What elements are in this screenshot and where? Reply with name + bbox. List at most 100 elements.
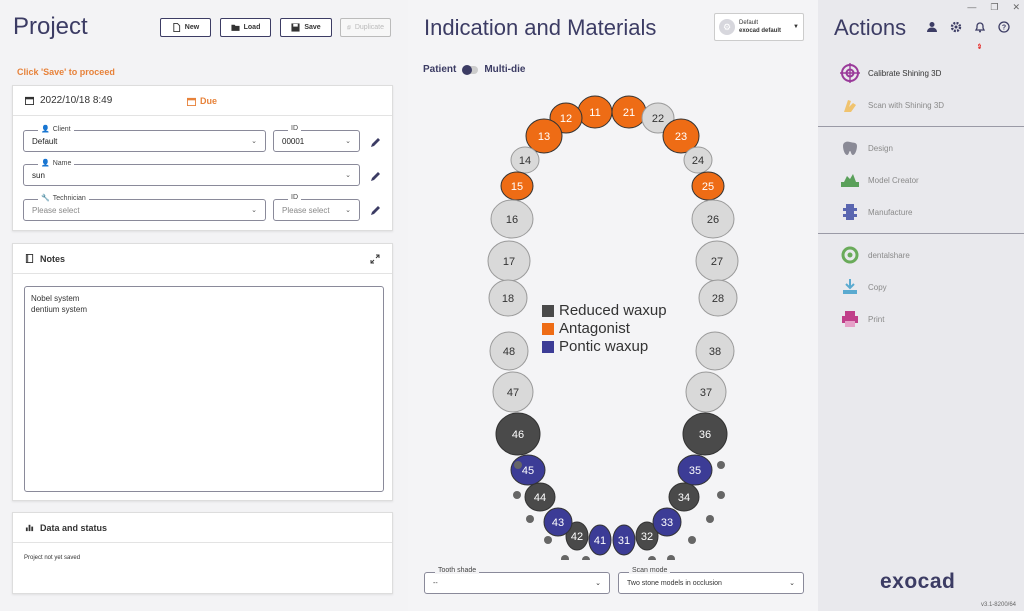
tooth-27[interactable]: 27 <box>695 240 739 282</box>
tooth-28[interactable]: 28 <box>698 279 738 317</box>
implant-marker-dot[interactable] <box>514 461 522 469</box>
implant-marker-dot[interactable] <box>688 536 696 544</box>
action-label: Copy <box>868 282 887 292</box>
action-scan-shining3d[interactable]: Scan with Shining 3D <box>840 95 944 115</box>
implant-marker-dot[interactable] <box>717 461 725 469</box>
user-icon[interactable] <box>926 20 938 32</box>
scan-mode-select[interactable]: Scan mode Two stone models in occlusion … <box>618 567 804 594</box>
implant-marker-dot[interactable] <box>667 555 675 560</box>
project-date: 2022/10/18 8:49 <box>40 95 113 106</box>
action-copy[interactable]: Copy <box>840 277 887 297</box>
restore-icon[interactable]: ❐ <box>990 2 998 13</box>
technician-placeholder: Please select <box>32 205 80 215</box>
technician-id-select[interactable]: ID Please select ⌄ <box>273 194 360 221</box>
action-manufacture[interactable]: Manufacture <box>840 202 912 222</box>
actions-panel: Actions 2 ? Calibrate Shining 3D Scan wi… <box>818 0 1024 611</box>
edit-technician-pencil-icon[interactable] <box>370 204 382 216</box>
duplicate-button[interactable]: Duplicate <box>340 18 391 37</box>
data-status-title: Data and status <box>40 522 108 533</box>
tooth-34[interactable]: 34 <box>668 482 700 512</box>
tooth-47[interactable]: 47 <box>492 371 534 413</box>
settings-gear-icon[interactable] <box>950 20 962 33</box>
chevron-down-icon: ⌄ <box>595 580 601 587</box>
load-button[interactable]: Load <box>220 18 271 37</box>
tooth-18[interactable]: 18 <box>488 279 528 317</box>
tooth-21[interactable]: 21 <box>611 95 647 129</box>
action-model-creator[interactable]: Model Creator <box>840 170 919 190</box>
client-label: 👤 Client <box>38 125 74 133</box>
implant-marker-dot[interactable] <box>544 536 552 544</box>
expand-icon[interactable] <box>370 254 380 264</box>
save-button[interactable]: Save <box>280 18 332 37</box>
tooth-25[interactable]: 25 <box>691 171 725 201</box>
edit-name-pencil-icon[interactable] <box>370 170 382 182</box>
legend-swatch <box>542 305 554 317</box>
tooth-41[interactable]: 41 <box>588 524 612 556</box>
tooth-shade-value: -- <box>433 579 438 587</box>
name-select[interactable]: 👤 Name sun ⌄ <box>23 159 360 186</box>
client-card: 2022/10/18 8:49 Due 👤 Client Default ⌄ ID… <box>12 85 393 231</box>
implant-marker-dot[interactable] <box>717 491 725 499</box>
action-print[interactable]: Print <box>840 309 884 329</box>
tooth-36[interactable]: 36 <box>682 412 728 456</box>
tooth-48[interactable]: 48 <box>489 331 529 371</box>
technician-label: 🔧 Technician <box>38 194 89 202</box>
tooth-35[interactable]: 35 <box>677 454 713 486</box>
new-button[interactable]: New <box>160 18 211 37</box>
technician-select[interactable]: 🔧 Technician Please select ⌄ <box>23 194 266 221</box>
bell-icon[interactable]: 2 <box>974 20 986 49</box>
tooth-14[interactable]: 14 <box>510 146 540 174</box>
notes-textarea[interactable]: Nobel system dentium system <box>24 286 384 492</box>
implant-marker-dot[interactable] <box>513 491 521 499</box>
implant-marker-dot[interactable] <box>561 555 569 560</box>
action-design[interactable]: Design <box>840 138 893 158</box>
minimize-icon[interactable]: — <box>967 2 976 13</box>
tooth-38[interactable]: 38 <box>695 331 735 371</box>
tooth-46[interactable]: 46 <box>495 412 541 456</box>
tooth-number: 33 <box>661 517 673 529</box>
tooth-33[interactable]: 33 <box>652 507 682 537</box>
due-date-button[interactable]: Due <box>187 96 217 106</box>
action-label: Scan with Shining 3D <box>868 100 945 110</box>
new-button-label: New <box>184 24 200 31</box>
client-id-select[interactable]: ID 00001 ⌄ <box>273 125 360 152</box>
tooth-number: 18 <box>502 293 514 305</box>
tooth-11[interactable]: 11 <box>577 95 613 129</box>
tooth-24[interactable]: 24 <box>683 146 713 174</box>
floppy-icon <box>291 23 300 32</box>
dentalshare-icon <box>840 245 860 265</box>
action-label: Print <box>868 314 885 324</box>
printer-icon <box>840 309 860 329</box>
tooth-37[interactable]: 37 <box>685 371 727 413</box>
legend-item-antagonist: Antagonist <box>542 320 667 338</box>
legend-label: Reduced waxup <box>559 302 667 319</box>
implant-marker-dot[interactable] <box>648 556 656 560</box>
data-status-header: Data and status <box>13 513 392 543</box>
tooth-43[interactable]: 43 <box>543 507 573 537</box>
tooth-16[interactable]: 16 <box>490 199 534 239</box>
implant-marker-dot[interactable] <box>582 556 590 560</box>
tooth-17[interactable]: 17 <box>487 240 531 282</box>
project-panel: Project New Load Save Duplicate Click 'S… <box>0 0 408 611</box>
tooth-number: 45 <box>522 465 534 477</box>
tooth-31[interactable]: 31 <box>612 524 636 556</box>
client-select[interactable]: 👤 Client Default ⌄ <box>23 125 266 152</box>
action-calibrate-shining3d[interactable]: Calibrate Shining 3D <box>840 63 941 83</box>
tooth-shade-select[interactable]: Tooth shade -- ⌄ <box>424 567 610 594</box>
implant-marker-dot[interactable] <box>526 515 534 523</box>
implant-marker-dot[interactable] <box>706 515 714 523</box>
help-icon[interactable]: ? <box>998 20 1010 33</box>
tooth-number: 44 <box>534 492 546 504</box>
tooth-26[interactable]: 26 <box>691 199 735 239</box>
tooth-15[interactable]: 15 <box>500 171 534 201</box>
indication-panel: Indication and Materials ⚙ Default exoca… <box>408 0 818 611</box>
tooth-45[interactable]: 45 <box>510 454 546 486</box>
new-file-icon <box>173 23 180 32</box>
edit-client-pencil-icon[interactable] <box>370 136 382 148</box>
tooth-44[interactable]: 44 <box>524 482 556 512</box>
action-dentalshare[interactable]: dentalshare <box>840 245 910 265</box>
wrench-icon: 🔧 <box>41 195 50 202</box>
due-label: Due <box>200 96 218 106</box>
person-icon: 👤 <box>41 160 50 167</box>
close-icon[interactable]: ✕ <box>1012 2 1020 13</box>
